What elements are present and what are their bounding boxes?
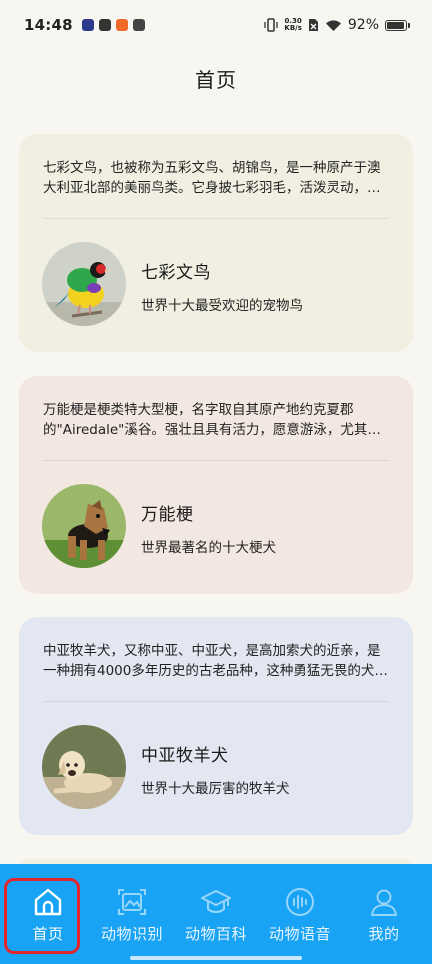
no-sim-icon — [308, 19, 318, 31]
wifi-icon — [325, 19, 341, 31]
animal-card[interactable]: 七彩文鸟，也被称为五彩文鸟、胡锦鸟，是一种原产于澳大利亚北部的美丽鸟类。它身披七… — [19, 134, 413, 352]
status-time: 14:48 — [24, 16, 73, 34]
animal-card[interactable]: 万能梗是梗类特大型梗，名字取自其原产地约克夏郡的"Airedale"溪谷。强壮且… — [19, 376, 413, 594]
nav-label: 动物识别 — [100, 925, 163, 943]
app-notification-icon — [98, 19, 111, 31]
page-title: 首页 — [195, 68, 237, 92]
app-notification-icon — [115, 19, 128, 31]
nav-item-animal-voice[interactable]: 动物语音 — [258, 864, 342, 964]
animal-subtitle: 世界十大最厉害的牧羊犬 — [141, 781, 290, 797]
airedale-terrier-photo-icon — [42, 484, 126, 568]
animal-name: 中亚牧羊犬 — [141, 746, 229, 766]
card-description: 万能梗是梗类特大型梗，名字取自其原产地约克夏郡的"Airedale"溪谷。强壮且… — [43, 402, 381, 438]
nav-label: 动物百科 — [184, 925, 247, 943]
status-indicators: 0.30 KB/s 92% — [264, 17, 410, 33]
audio-wave-icon — [286, 888, 314, 916]
nav-label: 动物语音 — [268, 925, 331, 943]
card-description: 七彩文鸟，也被称为五彩文鸟、胡锦鸟，是一种原产于澳大利亚北部的美丽鸟类。它身披七… — [43, 160, 381, 196]
animal-name: 万能梗 — [141, 505, 194, 525]
vibrate-icon — [264, 18, 279, 32]
animal-card[interactable]: 中亚牧羊犬，又称中亚、中亚犬，是高加索犬的近亲，是一种拥有4000多年历史的古老… — [19, 617, 413, 835]
nav-item-animal-recognition[interactable]: 动物识别 — [90, 864, 174, 964]
app-notification-icon — [132, 19, 145, 31]
network-speed-unit: KB/s — [284, 24, 302, 32]
card-description: 中亚牧羊犬，又称中亚、中亚犬，是高加索犬的近亲，是一种拥有4000多年历史的古老… — [43, 643, 388, 679]
nav-item-animal-encyclopedia[interactable]: 动物百科 — [174, 864, 258, 964]
user-icon — [371, 889, 397, 916]
animal-avatar — [42, 484, 126, 568]
active-nav-highlight — [4, 878, 80, 954]
battery-icon — [385, 19, 410, 31]
animal-avatar — [42, 725, 126, 809]
graduation-cap-icon — [201, 890, 231, 913]
animal-subtitle: 世界十大最受欢迎的宠物鸟 — [141, 298, 303, 314]
card-divider — [43, 701, 389, 702]
animal-avatar — [42, 242, 126, 326]
animal-name: 七彩文鸟 — [141, 263, 211, 283]
animal-subtitle: 世界最著名的十大梗犬 — [141, 540, 276, 556]
card-divider — [43, 218, 389, 219]
nav-item-profile[interactable]: 我的 — [342, 864, 426, 964]
card-divider — [43, 460, 389, 461]
network-speed: 0.30 KB/s — [284, 18, 301, 32]
battery-percent: 92% — [347, 17, 379, 33]
home-indicator[interactable] — [130, 956, 302, 960]
central-asian-shepherd-photo-icon — [42, 725, 126, 809]
status-bar: 14:48 0.30 KB/s 92% — [0, 0, 432, 50]
nav-label: 我的 — [368, 925, 400, 943]
gouldian-finch-photo-icon — [42, 242, 126, 326]
status-notification-icons — [81, 19, 145, 31]
image-scan-icon — [118, 889, 146, 915]
app-notification-icon — [81, 19, 94, 31]
